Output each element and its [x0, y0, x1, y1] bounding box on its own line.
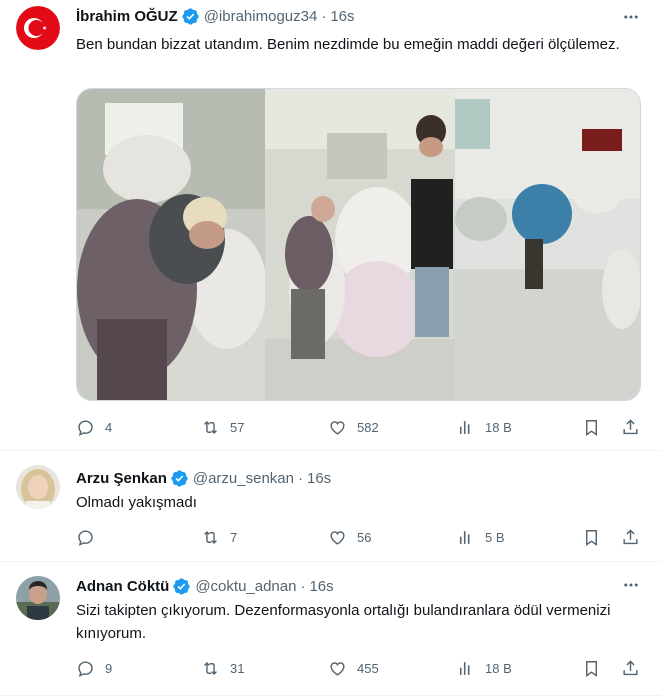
tweet-text: Sizi takipten çıkıyorum. Dezenformasyonl…	[76, 602, 611, 642]
action-bar: 7 56 5 B	[76, 525, 648, 549]
handle[interactable]: @arzu_senkan	[193, 470, 294, 487]
like-button[interactable]: 582	[328, 415, 379, 439]
timestamp[interactable]: 16s	[307, 470, 331, 487]
reply-button[interactable]: 9	[76, 656, 112, 680]
tweet-header: Arzu Şenkan @arzu_senkan · 16s	[76, 468, 331, 488]
retweet-count: 31	[230, 660, 245, 676]
like-count: 582	[357, 419, 379, 435]
views-count: 5 B	[485, 529, 505, 545]
retweet-button[interactable]: 57	[201, 415, 244, 439]
tweet-text: Olmadı yakışmadı	[76, 494, 197, 511]
bookmark-button[interactable]	[582, 415, 601, 439]
turkish-flag-icon	[16, 6, 60, 50]
reply-icon	[78, 660, 93, 677]
views-button[interactable]: 5 B	[456, 525, 505, 549]
retweet-icon	[204, 420, 217, 434]
reply-count: 9	[105, 660, 113, 676]
views-icon	[459, 530, 470, 544]
tweet[interactable]: İbrahim OĞUZ @ibrahimoguz34 · 16s Ben bu…	[0, 0, 661, 451]
reply-count: 4	[105, 419, 113, 435]
tweet-header: İbrahim OĞUZ @ibrahimoguz34 · 16s	[76, 6, 355, 26]
display-name[interactable]: İbrahim OĞUZ	[76, 8, 178, 25]
bookmark-button[interactable]	[582, 656, 601, 680]
like-icon	[330, 661, 345, 676]
bookmark-button[interactable]	[582, 525, 601, 549]
more-icon	[624, 15, 638, 19]
separator-dot: ·	[297, 469, 303, 487]
woman-portrait-icon	[16, 465, 60, 509]
bookmark-icon	[586, 419, 597, 436]
handle[interactable]: @coktu_adnan	[195, 578, 296, 595]
share-button[interactable]	[621, 656, 640, 680]
reply-icon	[78, 529, 93, 546]
man-portrait-icon	[16, 576, 60, 620]
share-icon	[623, 418, 638, 434]
bookmark-icon	[586, 529, 597, 546]
tweet[interactable]: Arzu Şenkan @arzu_senkan · 16s Olmadı ya…	[0, 451, 661, 562]
share-button[interactable]	[621, 525, 640, 549]
reply-button[interactable]	[76, 525, 95, 549]
like-count: 455	[357, 660, 379, 676]
more-button[interactable]	[619, 576, 643, 594]
display-name[interactable]: Arzu Şenkan	[76, 470, 167, 487]
retweet-button[interactable]: 31	[201, 656, 244, 680]
reply-button[interactable]: 4	[76, 415, 112, 439]
timestamp[interactable]: 16s	[330, 8, 354, 25]
photo-panel-2	[265, 89, 455, 400]
avatar[interactable]	[16, 6, 60, 50]
tweet-text: Ben bundan bizzat utandım. Benim nezdimd…	[76, 36, 620, 53]
reply-icon	[78, 419, 93, 436]
handle[interactable]: @ibrahimoguz34	[204, 8, 318, 25]
retweet-count: 57	[230, 419, 245, 435]
more-button[interactable]	[619, 8, 643, 26]
photo-panel-3	[455, 89, 640, 400]
views-button[interactable]: 18 B	[456, 415, 512, 439]
action-bar: 9 31 455 18 B	[76, 656, 648, 680]
share-icon	[623, 528, 638, 544]
retweet-icon	[204, 530, 217, 544]
share-button[interactable]	[621, 415, 640, 439]
avatar[interactable]	[16, 465, 60, 509]
retweet-icon	[204, 661, 217, 675]
verified-badge-icon	[173, 577, 190, 595]
separator-dot: ·	[300, 577, 306, 595]
views-button[interactable]: 18 B	[456, 656, 512, 680]
views-count: 18 B	[485, 419, 512, 435]
tweet-media[interactable]	[76, 88, 641, 401]
like-button[interactable]: 455	[328, 656, 379, 680]
action-bar: 4 57 582 18 B	[76, 415, 648, 439]
display-name[interactable]: Adnan Cöktü	[76, 578, 169, 595]
like-count: 56	[357, 529, 372, 545]
bookmark-icon	[586, 660, 597, 677]
tweet[interactable]: Adnan Cöktü @coktu_adnan · 16s Sizi taki…	[0, 562, 661, 696]
media-photo-collage	[77, 89, 640, 400]
verified-badge-icon	[182, 7, 199, 25]
share-icon	[623, 659, 638, 675]
like-button[interactable]: 56	[328, 525, 371, 549]
like-icon	[330, 420, 345, 435]
views-icon	[459, 661, 470, 675]
timestamp[interactable]: 16s	[309, 578, 333, 595]
views-count: 18 B	[485, 660, 512, 676]
verified-badge-icon	[171, 469, 188, 487]
retweet-button[interactable]: 7	[201, 525, 237, 549]
avatar[interactable]	[16, 576, 60, 620]
views-icon	[459, 420, 470, 434]
photo-panel-1	[77, 89, 267, 400]
separator-dot: ·	[321, 7, 327, 25]
tweet-header: Adnan Cöktü @coktu_adnan · 16s	[76, 576, 334, 596]
like-icon	[330, 530, 345, 545]
retweet-count: 7	[230, 529, 238, 545]
more-icon	[624, 583, 638, 587]
